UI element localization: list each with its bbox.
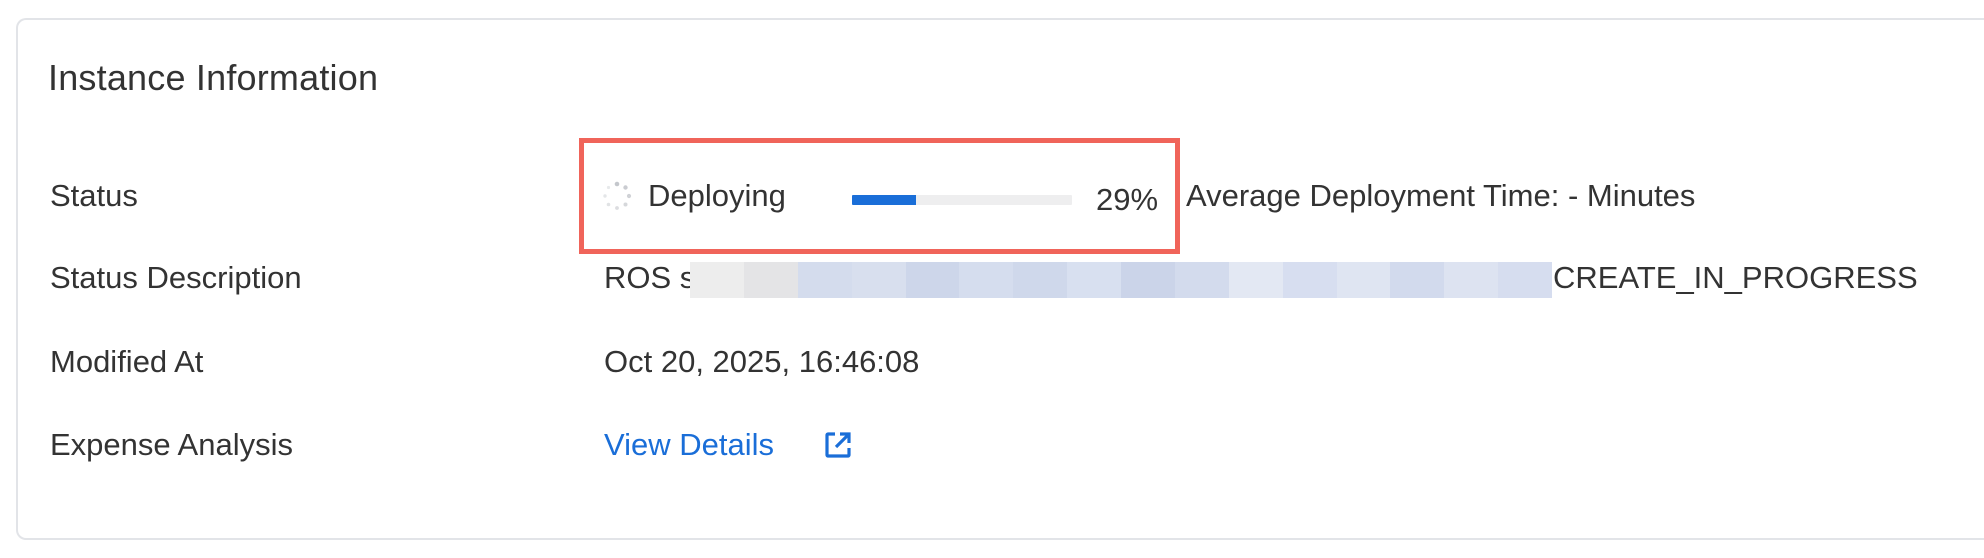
deployment-progress-fill — [852, 195, 916, 205]
average-deployment-time: Average Deployment Time: - Minutes — [1186, 178, 1696, 213]
status-description-suffix: CREATE_IN_PROGRESS — [1553, 260, 1918, 295]
loading-spinner-icon — [603, 181, 632, 210]
status-state: Deploying — [648, 178, 786, 213]
status-description-label: Status Description — [50, 260, 302, 295]
modified-at-value: Oct 20, 2025, 16:46:08 — [604, 344, 920, 379]
panel-title: Instance Information — [48, 57, 379, 98]
deployment-progress-bar — [852, 195, 1072, 205]
redacted-text-block — [690, 262, 1552, 298]
progress-percent: 29% — [1096, 182, 1159, 217]
view-details-link[interactable]: View Details — [604, 425, 774, 465]
status-description-prefix: ROS s — [604, 260, 696, 295]
expense-analysis-label: Expense Analysis — [50, 427, 293, 462]
external-link-icon[interactable] — [822, 429, 854, 461]
modified-at-label: Modified At — [50, 344, 204, 379]
status-label: Status — [50, 178, 138, 213]
